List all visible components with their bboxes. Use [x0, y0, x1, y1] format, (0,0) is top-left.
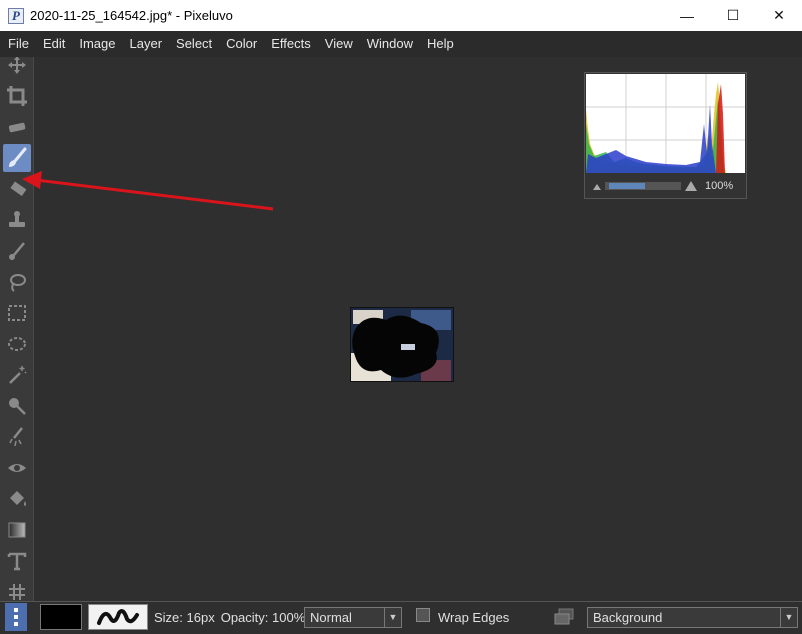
window-title: 2020-11-25_164542.jpg* - Pixeluvo — [30, 8, 233, 23]
menu-select[interactable]: Select — [169, 31, 219, 57]
layer-select[interactable]: Background ▼ — [587, 607, 798, 628]
status-bar: Size: 16px Opacity: 100% Normal ▼ Wrap E… — [0, 601, 802, 632]
menu-help[interactable]: Help — [420, 31, 461, 57]
brush-tool-icon[interactable] — [3, 144, 31, 172]
brush-preview[interactable] — [88, 604, 148, 630]
zoom-slider-fill — [609, 183, 645, 189]
straighten-tool-icon[interactable] — [3, 113, 31, 141]
menu-image[interactable]: Image — [72, 31, 122, 57]
wrap-edges-checkbox[interactable] — [416, 608, 430, 622]
zoom-out-icon[interactable] — [593, 182, 601, 190]
smudge-tool-icon[interactable] — [3, 423, 31, 451]
dodge-burn-tool-icon[interactable] — [3, 392, 31, 420]
histogram-zoom-label: 100% — [705, 180, 734, 192]
wrap-edges-label: Wrap Edges — [438, 609, 510, 625]
title-bar: P 2020-11-25_164542.jpg* - Pixeluvo — ☐ … — [0, 0, 802, 31]
menu-view[interactable]: View — [318, 31, 360, 57]
gradient-tool-icon[interactable] — [3, 516, 31, 544]
histogram-panel: 100% — [584, 72, 747, 199]
menu-edit[interactable]: Edit — [36, 31, 72, 57]
crop-tool-icon[interactable] — [3, 82, 31, 110]
red-eye-tool-icon[interactable] — [3, 454, 31, 482]
histogram-plot — [586, 74, 745, 173]
menu-window[interactable]: Window — [360, 31, 420, 57]
layers-icon[interactable] — [553, 602, 575, 632]
clone-stamp-tool-icon[interactable] — [3, 206, 31, 234]
minimize-button[interactable]: — — [664, 0, 710, 31]
magic-wand-tool-icon[interactable] — [3, 361, 31, 389]
zoom-slider[interactable] — [605, 182, 681, 190]
paint-bucket-tool-icon[interactable] — [3, 485, 31, 513]
blend-mode-select[interactable]: Normal ▼ — [304, 607, 402, 628]
text-tool-icon[interactable] — [3, 547, 31, 575]
healing-brush-tool-icon[interactable] — [3, 237, 31, 265]
menu-color[interactable]: Color — [219, 31, 264, 57]
rectangle-select-tool-icon[interactable] — [3, 299, 31, 327]
layer-select-value: Background — [593, 610, 663, 625]
menu-file[interactable]: File — [0, 31, 36, 57]
lasso-tool-icon[interactable] — [3, 268, 31, 296]
app-logo-icon: P — [8, 7, 24, 24]
brush-color-swatch[interactable] — [40, 604, 82, 630]
menu-layer[interactable]: Layer — [123, 31, 170, 57]
blend-mode-value: Normal — [310, 610, 352, 625]
histogram-zoom-controls: 100% — [593, 179, 738, 193]
chevron-down-icon: ▼ — [780, 608, 797, 627]
maximize-button[interactable]: ☐ — [710, 0, 756, 31]
move-tool-icon[interactable] — [3, 57, 31, 79]
warp-tool-icon[interactable] — [3, 578, 31, 601]
close-button[interactable]: ✕ — [756, 0, 802, 31]
brush-opacity-label[interactable]: Opacity: 100% — [221, 610, 306, 625]
brush-size-label[interactable]: Size: 16px — [154, 610, 215, 625]
tool-options-icon[interactable] — [5, 602, 27, 632]
ellipse-select-tool-icon[interactable] — [3, 330, 31, 358]
menu-bar: File Edit Image Layer Select Color Effec… — [0, 31, 802, 57]
eraser-tool-icon[interactable] — [3, 175, 31, 203]
menu-effects[interactable]: Effects — [264, 31, 318, 57]
tool-palette — [0, 57, 34, 601]
zoom-in-icon[interactable] — [685, 181, 697, 191]
chevron-down-icon: ▼ — [384, 608, 401, 627]
document-image[interactable] — [350, 307, 454, 382]
